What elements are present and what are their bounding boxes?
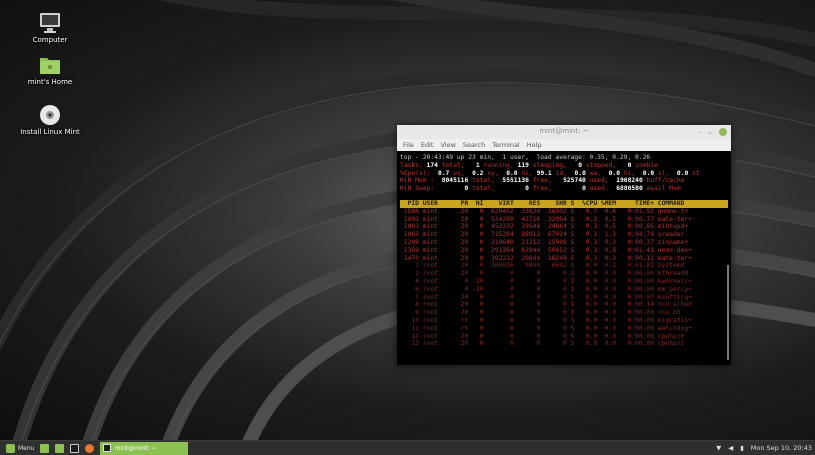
network-icon[interactable]: ▼ (716, 444, 721, 452)
task-label: mint@mint: ~ (114, 444, 157, 452)
home-folder-icon (38, 54, 62, 76)
process-row: 1093 mint 20 0 534280 42716 32984 S 0.3 … (400, 215, 692, 223)
desktop-icon-install[interactable]: Install Linux Mint (10, 104, 90, 136)
terminal-menubar: File Edit View Search Terminal Help (397, 139, 731, 151)
process-row: 1066 mint 20 0 715284 88912 67024 S 0.3 … (400, 231, 692, 239)
computer-icon (38, 12, 62, 34)
menu-label: Menu (18, 444, 35, 452)
window-title: mint@mint: ~ (539, 127, 589, 135)
process-table-header: PID USER PR NI VIRT RES SHR S %CPU %MEM … (400, 199, 728, 208)
process-row: 1470 mint 20 0 392212 20844 16248 S 0.3 … (400, 254, 692, 262)
battery-icon[interactable]: ▮ (740, 444, 744, 452)
mint-logo-icon (6, 443, 15, 453)
menu-view[interactable]: View (440, 141, 455, 149)
process-row: 7 root 20 0 0 0 0 S 0.0 0.0 0:00.07 ksof… (400, 293, 692, 301)
process-row: 2 root 20 0 0 0 0 S 0.0 0.0 0:00.00 kthr… (400, 270, 692, 278)
firefox-icon[interactable] (85, 443, 95, 453)
terminal-window[interactable]: mint@mint: ~ – ⌄ File Edit View Search T… (397, 125, 731, 365)
maximize-button[interactable]: ⌄ (707, 127, 713, 137)
top-summary-cpu: %Cpu(s): 0.7 us, 0.2 sy, 0.0 ni, 99.1 id… (400, 169, 700, 177)
minimize-button[interactable]: – (698, 127, 702, 137)
menu-help[interactable]: Help (527, 141, 542, 149)
menu-search[interactable]: Search (463, 141, 485, 149)
menu-file[interactable]: File (403, 141, 414, 149)
terminal-scrollbar[interactable] (727, 265, 729, 360)
desktop-icon-label: Install Linux Mint (20, 128, 80, 136)
top-summary-swap: KiB Swap: 0 total, 0 free, 0 used. 68805… (400, 185, 681, 193)
process-row: 1369 mint 20 0 291364 62944 50452 S 0.3 … (400, 246, 692, 254)
desktop-icon-label: mint's Home (27, 78, 73, 86)
process-row: 11 root rt 0 0 0 0 S 0.0 0.0 0:00.00 wat… (400, 324, 692, 332)
process-row: 6 root 0 -20 0 0 0 I 0.0 0.0 0:00.00 mm_… (400, 285, 692, 293)
files-icon[interactable] (55, 443, 65, 453)
close-button[interactable] (719, 128, 727, 136)
menu-terminal[interactable]: Terminal (492, 141, 519, 149)
desktop-icon-label: Computer (32, 36, 68, 44)
menu-edit[interactable]: Edit (421, 141, 434, 149)
top-summary-mem: KiB Mem : 8045116 total, 5551136 free, 5… (400, 177, 685, 185)
process-row: 1 root 20 0 160016 9808 6692 S 0.0 0.1 0… (400, 262, 692, 270)
process-row: 9 root 20 0 0 0 0 I 0.0 0.0 0:00.00 rcu_… (400, 309, 692, 317)
system-tray: ▼ ◀ ▮ Mon Sep 10, 20:43 (716, 444, 815, 452)
process-row: 13 root 20 0 0 0 0 S 0.0 0.0 0:00.00 cpu… (400, 340, 692, 348)
process-row: 1588 mint 20 0 629452 33024 26932 S 0.7 … (400, 207, 689, 215)
process-row: 12 root 20 0 0 0 0 S 0.0 0.0 0:00.00 cpu… (400, 332, 692, 340)
process-row: 1003 mint 20 0 452332 39548 24864 S 0.3 … (400, 223, 689, 231)
show-desktop-icon[interactable] (40, 443, 50, 453)
menu-button[interactable]: Menu (6, 443, 35, 453)
terminal-icon (103, 444, 112, 452)
clock[interactable]: Mon Sep 10, 20:43 (751, 444, 812, 452)
disc-icon (38, 104, 62, 126)
desktop-icon-home[interactable]: mint's Home (10, 54, 90, 86)
terminal-screen[interactable]: top - 20:43:49 up 23 min, 1 user, load a… (397, 152, 731, 365)
volume-icon[interactable]: ◀ (728, 444, 733, 452)
taskbar: Menu mint@mint: ~ ▼ ◀ ▮ Mon Sep 10, 20:4… (0, 440, 815, 455)
taskbar-window-terminal[interactable]: mint@mint: ~ (100, 441, 189, 455)
top-summary-uptime: top - 20:43:49 up 23 min, 1 user, load a… (400, 154, 651, 161)
terminal-titlebar[interactable]: mint@mint: ~ – ⌄ (397, 125, 731, 139)
terminal-launcher-icon[interactable] (70, 443, 80, 453)
process-row: 1208 mint 20 0 219640 21212 15908 S 0.3 … (400, 238, 689, 246)
process-row: 10 root rt 0 0 0 0 S 0.0 0.0 0:00.00 mig… (400, 316, 692, 324)
top-summary-tasks: Tasks: 174 total, 1 running, 119 sleepin… (400, 161, 658, 169)
process-row: 4 root 0 -20 0 0 0 I 0.0 0.0 0:00.00 kwo… (400, 277, 692, 285)
process-row: 8 root 20 0 0 0 0 I 0.0 0.0 0:00.14 rcu_… (400, 301, 692, 309)
desktop: Computer mint's Home Install Linux Mint … (0, 0, 815, 440)
desktop-icon-computer[interactable]: Computer (10, 12, 90, 44)
